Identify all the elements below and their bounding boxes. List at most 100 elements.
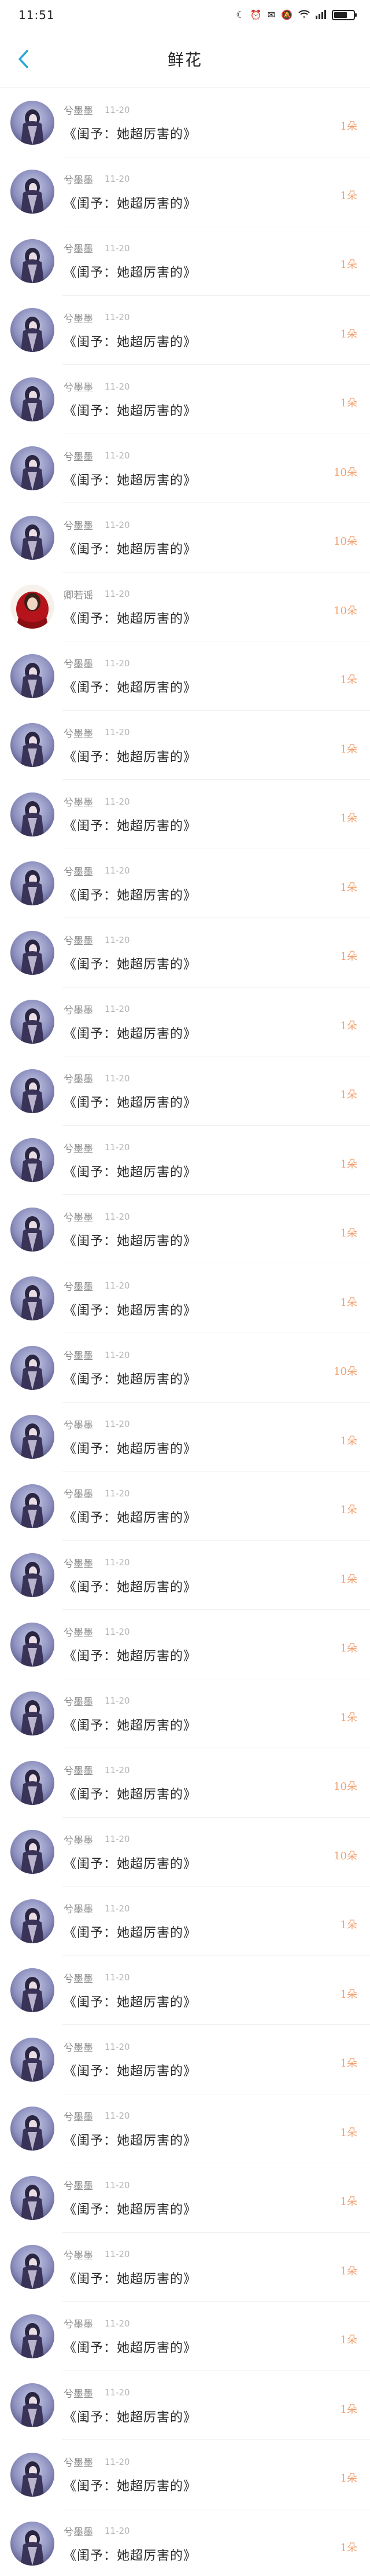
user-name[interactable]: 兮墨墨 xyxy=(64,1970,93,1985)
avatar[interactable] xyxy=(10,1207,54,1252)
list-item[interactable]: 兮墨墨 11-20 《闺予：她超厉害的》 1朵 xyxy=(0,780,370,849)
avatar[interactable] xyxy=(10,792,54,836)
avatar[interactable] xyxy=(10,446,54,491)
list-item[interactable]: 兮墨墨 11-20 《闺予：她超厉害的》 10朵 xyxy=(0,503,370,573)
list-item[interactable]: 兮墨墨 11-20 《闺予：她超厉害的》 1朵 xyxy=(0,1887,370,1956)
avatar[interactable] xyxy=(10,1622,54,1667)
avatar[interactable] xyxy=(10,1276,54,1321)
user-name[interactable]: 兮墨墨 xyxy=(64,1140,93,1155)
list-item[interactable]: 兮墨墨 11-20 《闺予：她超厉害的》 1朵 xyxy=(0,711,370,780)
list-item[interactable]: 兮墨墨 11-20 《闺予：她超厉害的》 1朵 xyxy=(0,157,370,227)
avatar[interactable] xyxy=(10,2383,54,2428)
avatar[interactable] xyxy=(10,2522,54,2566)
list-item[interactable]: 兮墨墨 11-20 《闺予：她超厉害的》 1朵 xyxy=(0,2371,370,2441)
user-name[interactable]: 兮墨墨 xyxy=(64,2247,93,2262)
user-name[interactable]: 兮墨墨 xyxy=(64,1486,93,1500)
avatar[interactable] xyxy=(10,2175,54,2220)
avatar[interactable] xyxy=(10,1760,54,1805)
list-item[interactable]: 兮墨墨 11-20 《闺予：她超厉害的》 1朵 xyxy=(0,1403,370,1472)
list-item[interactable]: 兮墨墨 11-20 《闺予：她超厉害的》 1朵 xyxy=(0,641,370,711)
user-name[interactable]: 兮墨墨 xyxy=(64,518,93,532)
list-item[interactable]: 兮墨墨 11-20 《闺予：她超厉害的》 1朵 xyxy=(0,1679,370,1749)
avatar[interactable] xyxy=(10,1345,54,1390)
user-name[interactable]: 卿若谣 xyxy=(64,587,93,601)
list-item[interactable]: 兮墨墨 11-20 《闺予：她超厉害的》 1朵 xyxy=(0,918,370,988)
avatar[interactable] xyxy=(10,308,54,353)
list-item[interactable]: 兮墨墨 11-20 《闺予：她超厉害的》 1朵 xyxy=(0,2025,370,2094)
user-name[interactable]: 兮墨墨 xyxy=(64,2039,93,2054)
list-item[interactable]: 兮墨墨 11-20 《闺予：她超厉害的》 1朵 xyxy=(0,1195,370,1264)
list-item[interactable]: 兮墨墨 11-20 《闺予：她超厉害的》 10朵 xyxy=(0,1333,370,1403)
list-item[interactable]: 兮墨墨 11-20 《闺予：她超厉害的》 1朵 xyxy=(0,2233,370,2302)
user-name[interactable]: 兮墨墨 xyxy=(64,2178,93,2192)
user-name[interactable]: 兮墨墨 xyxy=(64,1279,93,1293)
user-name[interactable]: 兮墨墨 xyxy=(64,172,93,186)
user-name[interactable]: 兮墨墨 xyxy=(64,1348,93,1362)
avatar[interactable] xyxy=(10,2245,54,2289)
list-item[interactable]: 兮墨墨 11-20 《闺予：她超厉害的》 1朵 xyxy=(0,1472,370,1541)
user-name[interactable]: 兮墨墨 xyxy=(64,1071,93,1085)
avatar[interactable] xyxy=(10,1553,54,1598)
user-name[interactable]: 兮墨墨 xyxy=(64,794,93,809)
list-item[interactable]: 兮墨墨 11-20 《闺予：她超厉害的》 1朵 xyxy=(0,2509,370,2576)
list-item[interactable]: 兮墨墨 11-20 《闺予：她超厉害的》 1朵 xyxy=(0,365,370,434)
avatar[interactable] xyxy=(10,377,54,421)
user-name[interactable]: 兮墨墨 xyxy=(64,2386,93,2400)
list-item[interactable]: 兮墨墨 11-20 《闺予：她超厉害的》 1朵 xyxy=(0,1264,370,1334)
list-item[interactable]: 兮墨墨 11-20 《闺予：她超厉害的》 1朵 xyxy=(0,2163,370,2233)
user-name[interactable]: 兮墨墨 xyxy=(64,2524,93,2538)
avatar[interactable] xyxy=(10,2107,54,2151)
back-button[interactable] xyxy=(12,47,35,71)
list-item[interactable]: 兮墨墨 11-20 《闺予：她超厉害的》 1朵 xyxy=(0,88,370,157)
user-name[interactable]: 兮墨墨 xyxy=(64,310,93,325)
user-name[interactable]: 兮墨墨 xyxy=(64,864,93,878)
avatar[interactable] xyxy=(10,1000,54,1044)
user-name[interactable]: 兮墨墨 xyxy=(64,1901,93,1916)
list-item[interactable]: 兮墨墨 11-20 《闺予：她超厉害的》 10朵 xyxy=(0,1818,370,1887)
list-item[interactable]: 兮墨墨 11-20 《闺予：她超厉害的》 1朵 xyxy=(0,988,370,1057)
avatar[interactable] xyxy=(10,1830,54,1874)
avatar[interactable] xyxy=(10,861,54,906)
user-name[interactable]: 兮墨墨 xyxy=(64,933,93,947)
avatar[interactable] xyxy=(10,2452,54,2497)
avatar[interactable] xyxy=(10,1691,54,1736)
user-name[interactable]: 兮墨墨 xyxy=(64,1832,93,1847)
avatar[interactable] xyxy=(10,654,54,698)
list-item[interactable]: 兮墨墨 11-20 《闺予：她超厉害的》 1朵 xyxy=(0,1541,370,1610)
list-item[interactable]: 兮墨墨 11-20 《闺予：她超厉害的》 1朵 xyxy=(0,296,370,365)
list-item[interactable]: 兮墨墨 11-20 《闺予：她超厉害的》 1朵 xyxy=(0,1056,370,1126)
user-name[interactable]: 兮墨墨 xyxy=(64,1555,93,1570)
user-name[interactable]: 兮墨墨 xyxy=(64,1694,93,1708)
avatar[interactable] xyxy=(10,1484,54,1528)
avatar[interactable] xyxy=(10,2037,54,2082)
avatar[interactable] xyxy=(10,170,54,214)
list-item[interactable]: 兮墨墨 11-20 《闺予：她超厉害的》 1朵 xyxy=(0,2440,370,2509)
avatar[interactable] xyxy=(10,585,54,629)
avatar[interactable] xyxy=(10,723,54,768)
avatar[interactable] xyxy=(10,1138,54,1183)
user-name[interactable]: 兮墨墨 xyxy=(64,1002,93,1017)
avatar[interactable] xyxy=(10,1415,54,1459)
user-name[interactable]: 兮墨墨 xyxy=(64,2316,93,2331)
avatar[interactable] xyxy=(10,1968,54,2013)
list-item[interactable]: 兮墨墨 11-20 《闺予：她超厉害的》 10朵 xyxy=(0,1748,370,1818)
avatar[interactable] xyxy=(10,100,54,145)
user-name[interactable]: 兮墨墨 xyxy=(64,2109,93,2123)
user-name[interactable]: 兮墨墨 xyxy=(64,379,93,394)
avatar[interactable] xyxy=(10,238,54,283)
avatar[interactable] xyxy=(10,1899,54,1943)
list-item[interactable]: 兮墨墨 11-20 《闺予：她超厉害的》 1朵 xyxy=(0,849,370,919)
user-name[interactable]: 兮墨墨 xyxy=(64,2454,93,2469)
user-name[interactable]: 兮墨墨 xyxy=(64,241,93,255)
list-item[interactable]: 兮墨墨 11-20 《闺予：她超厉害的》 1朵 xyxy=(0,1126,370,1195)
avatar[interactable] xyxy=(10,2314,54,2358)
user-name[interactable]: 兮墨墨 xyxy=(64,449,93,463)
user-name[interactable]: 兮墨墨 xyxy=(64,725,93,740)
user-name[interactable]: 兮墨墨 xyxy=(64,1209,93,1224)
list-item[interactable]: 兮墨墨 11-20 《闺予：她超厉害的》 1朵 xyxy=(0,226,370,296)
list-item[interactable]: 兮墨墨 11-20 《闺予：她超厉害的》 1朵 xyxy=(0,1956,370,2025)
list-item[interactable]: 兮墨墨 11-20 《闺予：她超厉害的》 10朵 xyxy=(0,434,370,504)
user-name[interactable]: 兮墨墨 xyxy=(64,102,93,117)
list-item[interactable]: 卿若谣 11-20 《闺予：她超厉害的》 10朵 xyxy=(0,573,370,642)
list-item[interactable]: 兮墨墨 11-20 《闺予：她超厉害的》 1朵 xyxy=(0,2094,370,2164)
